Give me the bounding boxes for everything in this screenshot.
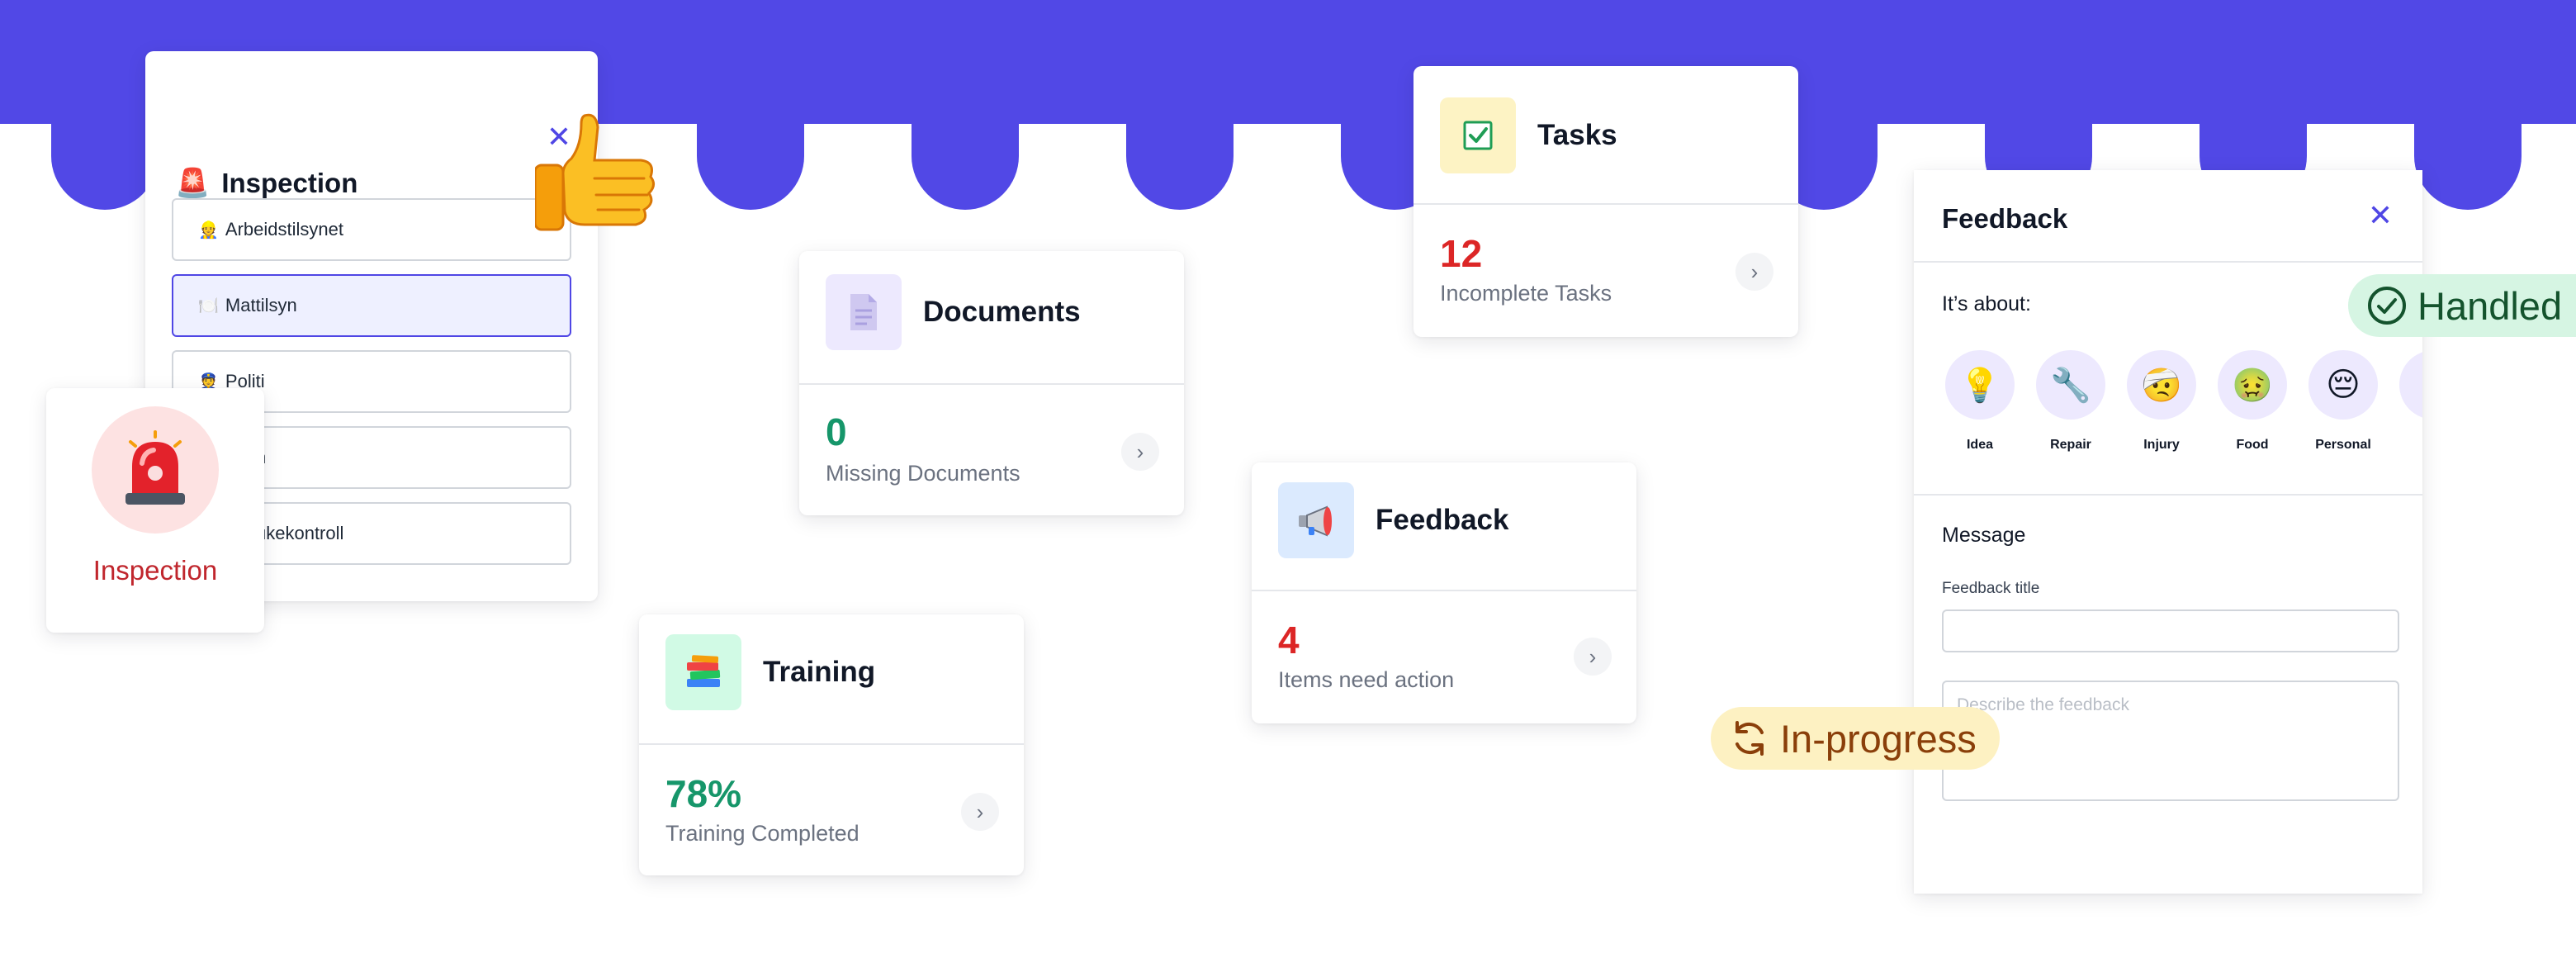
category-label: Idea bbox=[1966, 438, 1993, 452]
category-injury[interactable]: 🤕 Injury bbox=[2127, 350, 2196, 453]
option-label: Arbeidstilsynet bbox=[225, 219, 343, 240]
inspection-dropdown-title: Inspection bbox=[221, 168, 358, 198]
books-icon bbox=[665, 634, 741, 710]
chevron-right-icon[interactable]: › bbox=[1574, 638, 1612, 676]
nauseated-face-icon: 🤢 bbox=[2218, 350, 2287, 420]
plate-icon: 🍽️ bbox=[198, 296, 219, 315]
category-more[interactable] bbox=[2399, 350, 2422, 420]
chevron-right-icon[interactable]: › bbox=[1735, 253, 1773, 291]
training-card[interactable]: Training 78% Training Completed › bbox=[639, 614, 1024, 875]
injured-face-icon: 🤕 bbox=[2127, 350, 2196, 420]
handled-status-pill: Handled bbox=[2348, 274, 2576, 337]
category-label: Injury bbox=[2143, 438, 2180, 452]
thumbs-up-icon bbox=[533, 112, 659, 244]
chevron-right-icon[interactable]: › bbox=[961, 793, 999, 831]
tasks-card[interactable]: Tasks 12 Incomplete Tasks › bbox=[1413, 66, 1798, 337]
in-progress-status-pill: In-progress bbox=[1711, 707, 2000, 770]
chevron-right-icon[interactable]: › bbox=[1121, 433, 1159, 471]
banner-scallop bbox=[2414, 99, 2522, 210]
feedback-panel-title: Feedback bbox=[1942, 203, 2068, 234]
check-circle-icon bbox=[2368, 287, 2406, 325]
message-heading: Message bbox=[1942, 524, 2026, 547]
documents-card-header: Documents bbox=[799, 274, 1184, 350]
feedback-action-label: Items need action bbox=[1278, 667, 1455, 692]
divider bbox=[1914, 494, 2422, 496]
category-label: Food bbox=[2236, 438, 2269, 452]
wrench-icon: 🔧 bbox=[2036, 350, 2105, 420]
feedback-form-panel: Feedback ✕ It’s about: 💡 Idea 🔧 Repair 🤕… bbox=[1914, 170, 2422, 894]
checkbox-icon bbox=[1440, 97, 1516, 173]
category-repair[interactable]: 🔧 Repair bbox=[2036, 350, 2105, 453]
tasks-card-header: Tasks bbox=[1413, 97, 1798, 173]
incomplete-tasks-count: 12 bbox=[1440, 232, 1483, 275]
category-circle bbox=[2399, 350, 2422, 420]
worker-icon: 👷 bbox=[198, 220, 219, 240]
megaphone-icon bbox=[1278, 482, 1354, 558]
category-food[interactable]: 🤢 Food bbox=[2218, 350, 2287, 453]
siren-icon: 🚨 bbox=[175, 167, 211, 200]
inspection-dropdown-header: 🚨 Inspection bbox=[175, 167, 358, 200]
pensive-face-icon: 😔 bbox=[2308, 350, 2378, 420]
option-label: ukekontroll bbox=[256, 523, 344, 543]
feedback-title-input[interactable] bbox=[1942, 609, 2399, 652]
banner-scallop bbox=[51, 99, 159, 210]
feedback-description-textarea[interactable]: Describe the feedback bbox=[1942, 681, 2399, 801]
divider bbox=[1413, 203, 1798, 205]
documents-card-title: Documents bbox=[923, 296, 1081, 328]
inspection-card-label: Inspection bbox=[92, 555, 218, 586]
incomplete-tasks-label: Incomplete Tasks bbox=[1440, 281, 1612, 306]
training-completion-label: Training Completed bbox=[665, 821, 859, 846]
siren-icon-badge bbox=[92, 406, 219, 534]
feedback-card-title: Feedback bbox=[1376, 504, 1509, 536]
inspection-category-card[interactable]: Inspection bbox=[46, 388, 264, 633]
category-label: Personal bbox=[2315, 438, 2371, 452]
inspection-option[interactable]: 👷 Arbeidstilsynet bbox=[172, 198, 571, 261]
banner-scallop bbox=[1126, 99, 1234, 210]
divider bbox=[1914, 261, 2422, 263]
training-completion-value: 78% bbox=[665, 772, 742, 815]
in-progress-status-label: In-progress bbox=[1780, 716, 1977, 761]
feedback-card[interactable]: Feedback 4 Items need action › bbox=[1252, 462, 1636, 723]
banner-scallop bbox=[697, 99, 804, 210]
siren-icon bbox=[125, 430, 185, 505]
about-label: It’s about: bbox=[1942, 292, 2031, 315]
training-card-header: Training bbox=[639, 634, 1024, 710]
tasks-card-title: Tasks bbox=[1537, 119, 1617, 151]
divider bbox=[1252, 590, 1636, 591]
missing-documents-count: 0 bbox=[826, 410, 847, 453]
feedback-action-count: 4 bbox=[1278, 619, 1300, 662]
lightbulb-icon: 💡 bbox=[1945, 350, 2015, 420]
feedback-card-header: Feedback bbox=[1252, 482, 1636, 558]
training-card-title: Training bbox=[763, 656, 876, 688]
handled-status-label: Handled bbox=[2417, 283, 2563, 328]
documents-card[interactable]: Documents 0 Missing Documents › bbox=[799, 251, 1184, 515]
category-personal[interactable]: 😔 Personal bbox=[2308, 350, 2378, 453]
divider bbox=[639, 743, 1024, 745]
category-idea[interactable]: 💡 Idea bbox=[1945, 350, 2015, 453]
refresh-icon bbox=[1735, 721, 1764, 756]
marketing-collage: ✕ 🚨 Inspection 👷 Arbeidstilsynet 🍽️ Matt… bbox=[0, 0, 2576, 958]
inspection-option-selected[interactable]: 🍽️ Mattilsyn bbox=[172, 274, 571, 337]
category-label: Repair bbox=[2050, 438, 2091, 452]
document-icon bbox=[826, 274, 902, 350]
divider bbox=[799, 383, 1184, 385]
feedback-title-label: Feedback title bbox=[1942, 580, 2040, 597]
option-label: Mattilsyn bbox=[225, 295, 297, 315]
close-icon[interactable]: ✕ bbox=[2368, 198, 2393, 233]
missing-documents-label: Missing Documents bbox=[826, 461, 1020, 486]
banner-scallop bbox=[912, 99, 1019, 210]
